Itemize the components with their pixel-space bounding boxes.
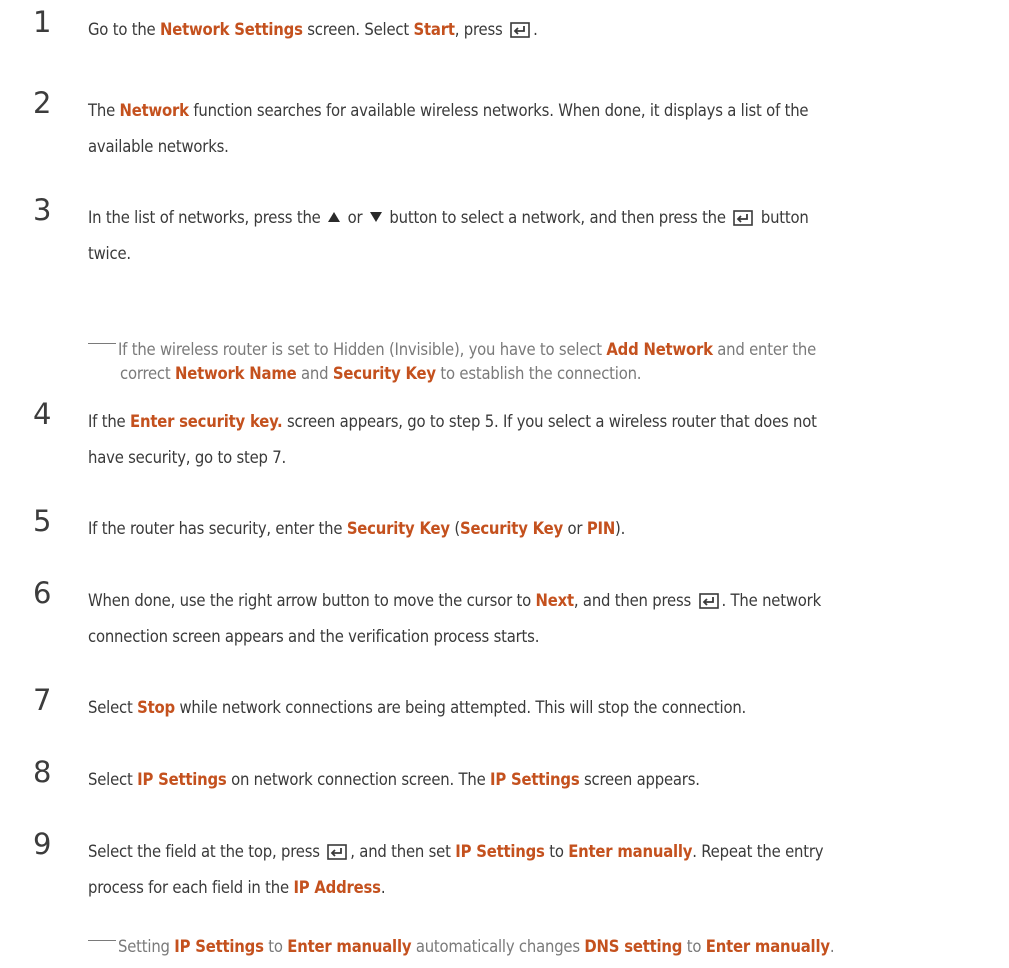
step-text: The Network function searches for availa… [88,93,1009,165]
highlight-stop: Stop [137,698,175,717]
text-run: to establish the connection. [435,364,642,383]
highlight-network-name: Network Name [175,364,297,383]
enter-icon [733,210,753,226]
highlight-pin: PIN [586,519,616,538]
text-run: screen. Select [302,20,414,39]
step-number: 4 [33,397,52,431]
step-number: 2 [33,86,52,120]
highlight-ip-address: IP Address [293,878,381,897]
text-run: The [88,101,120,120]
text-run: button [756,208,809,227]
text-run: , press [454,20,508,39]
text-run: and enter the [712,340,816,359]
text-run: screen appears. [579,770,700,789]
highlight-add-network: Add Network [606,340,713,359]
text-run: on network connection screen. The [226,770,491,789]
text-run: screen appears, go to step 5. If you sel… [282,412,817,431]
text-run: If the router has security, enter the [88,519,347,538]
step-text: When done, use the right arrow button to… [88,583,1009,655]
enter-icon [699,593,719,609]
text-run: or [563,519,587,538]
text-run: automatically changes [411,937,585,956]
highlight-enter-manually: Enter manually [705,937,830,956]
text-run: If the wireless router is set to Hidden … [118,340,607,359]
enter-icon [510,22,530,38]
text-run: or [343,208,367,227]
down-triangle-icon [369,212,382,222]
step-number: 5 [33,504,52,538]
step-number: 6 [33,576,52,610]
step-text: Go to the Network Settings screen. Selec… [88,12,1009,48]
text-run: Setting [118,937,175,956]
step-text: In the list of networks, press the or bu… [88,200,1009,272]
text-run: . The network [721,591,822,610]
highlight-ip-settings: IP Settings [455,842,545,861]
text-run: have security, go to step 7. [88,448,287,467]
highlight-security-key: Security Key [346,519,450,538]
note-dash [88,343,116,344]
highlight-start: Start [413,20,455,39]
highlight-dns-setting: DNS setting [584,937,683,956]
text-run: button to select a network, and then pre… [384,208,731,227]
note-dns-setting: Setting IP Settings to Enter manually au… [88,935,1009,959]
highlight-next: Next [535,591,575,610]
step-number: 9 [33,827,52,861]
text-run: . Repeat the entry [692,842,824,861]
text-run: process for each field in the [88,878,294,897]
highlight-ip-settings: IP Settings [174,937,264,956]
text-run: . [533,20,538,39]
step-text: If the router has security, enter the Se… [88,511,1009,547]
note-dash [88,940,116,941]
highlight-ip-settings: IP Settings [490,770,580,789]
step-number: 7 [33,683,52,717]
step-number: 1 [33,5,52,39]
text-run: Go to the [88,20,160,39]
highlight-security-key: Security Key [459,519,564,538]
step-text: Select Stop while network connections ar… [88,690,1009,726]
text-run: connection screen appears and the verifi… [88,627,540,646]
step-text: Select IP Settings on network connection… [88,762,1009,798]
text-run: Select [88,770,138,789]
text-run: available networks. [88,137,229,156]
highlight-enter-manually: Enter manually [568,842,693,861]
enter-icon [327,844,347,860]
highlight-network-settings: Network Settings [159,20,303,39]
step-number: 3 [33,193,52,227]
text-run: to [682,937,706,956]
text-run: In the list of networks, press the [88,208,326,227]
step-number: 8 [33,755,52,789]
text-run: . [380,878,386,897]
text-run: If the [88,412,130,431]
text-run: . [829,937,835,956]
text-run: twice. [88,244,131,263]
text-run: Select [88,698,138,717]
text-run: When done, use the right arrow button to… [88,591,536,610]
text-run: to [544,842,569,861]
text-run: while network connections are being atte… [174,698,747,717]
highlight-ip-settings: IP Settings [137,770,227,789]
text-run: to [263,937,288,956]
text-run: Select the field at the top, press [88,842,325,861]
highlight-enter-security-key: Enter security key. [130,412,283,431]
text-run: ). [615,519,626,538]
step-text: If the Enter security key. screen appear… [88,404,1009,476]
highlight-enter-manually: Enter manually [287,937,412,956]
highlight-security-key: Security Key [332,364,436,383]
note-hidden-router: If the wireless router is set to Hidden … [88,338,1009,386]
text-run: , and then press [573,591,696,610]
text-run: and [296,364,333,383]
highlight-network: Network [119,101,190,120]
text-run: , and then set [350,842,456,861]
text-run: ( [449,519,460,538]
text-run: function searches for available wireless… [188,101,809,120]
text-run: correct [120,364,176,383]
step-text: Select the field at the top, press , and… [88,834,1009,906]
up-triangle-icon [328,212,341,222]
